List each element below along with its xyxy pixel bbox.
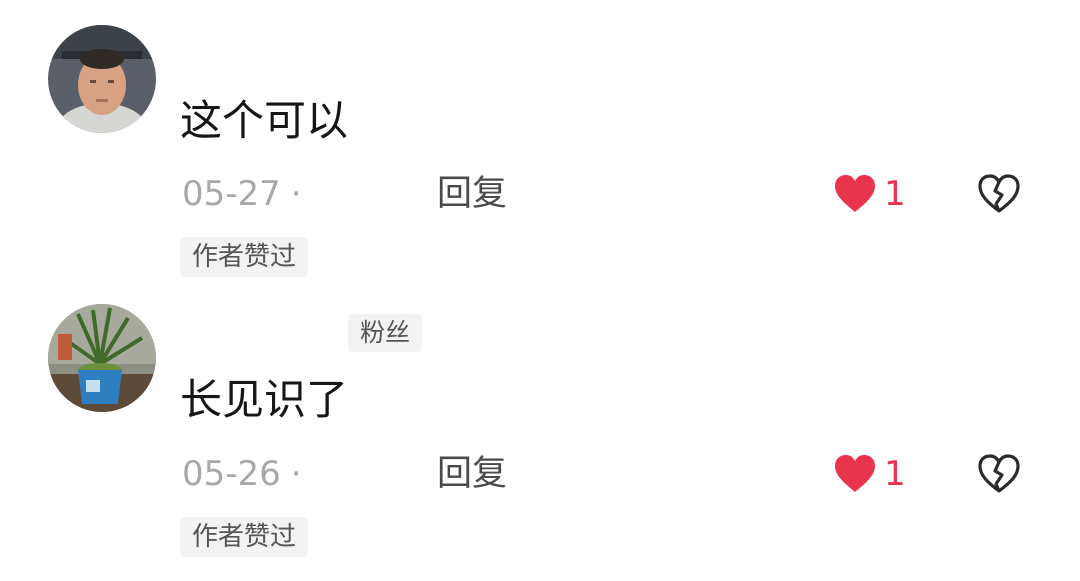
username[interactable] [182,312,332,356]
author-liked-tag: 作者赞过 [180,517,309,557]
like-count: 1 [884,454,906,494]
like-count: 1 [884,174,906,214]
like-button[interactable]: 1 [834,174,914,214]
like-button[interactable]: 1 [834,454,914,494]
heart-icon [835,455,875,492]
avatar[interactable] [48,304,156,412]
comment-item: 这个可以 05-27 · 回复 1 作者赞过 [0,0,1080,290]
meta-separator: · [290,454,302,494]
dislike-button[interactable] [978,454,1020,494]
avatar[interactable] [48,25,156,133]
reply-button[interactable]: 回复 [437,174,507,214]
comment-date: 05-27 [182,174,281,214]
comment-text: 长见识了 [180,375,349,424]
comment-date: 05-26 [182,454,281,494]
heart-icon [835,175,875,212]
meta-separator: · [290,174,302,214]
fan-badge: 粉丝 [348,314,423,352]
comment-text: 这个可以 [180,96,349,145]
comment-meta: 05-27 · [182,174,302,214]
author-liked-tag: 作者赞过 [180,237,309,277]
dislike-button[interactable] [978,174,1020,214]
reply-button[interactable]: 回复 [437,454,507,494]
broken-heart-icon [978,174,1020,213]
comment-meta: 05-26 · [182,454,302,494]
broken-heart-icon [978,454,1020,493]
comment-item: 粉丝 长见识了 05-26 · 回复 1 作者赞过 [0,290,1080,581]
